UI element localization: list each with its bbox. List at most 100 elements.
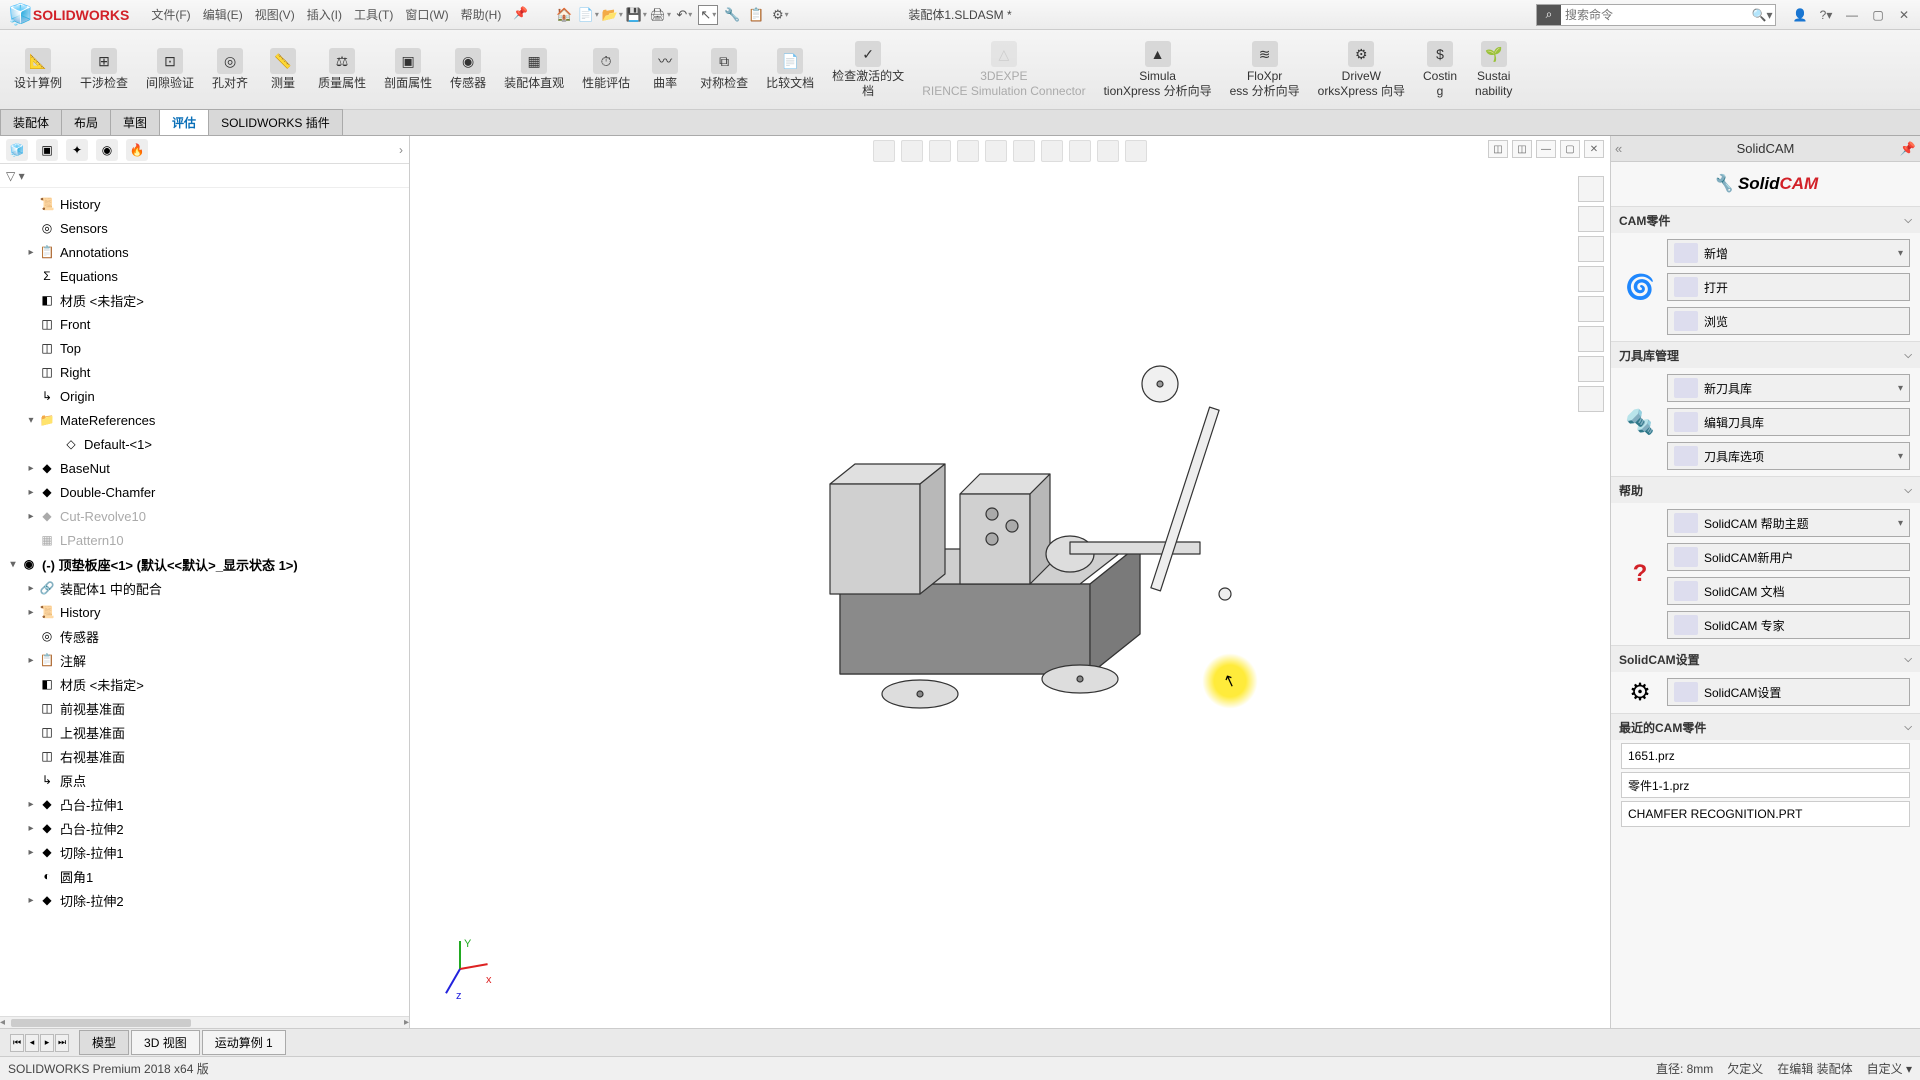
tree-node[interactable]: ◫前视基准面 xyxy=(0,696,409,720)
tree-node[interactable]: ▸🔗装配体1 中的配合 xyxy=(0,576,409,600)
menu-tools[interactable]: 工具(T) xyxy=(348,6,399,23)
close-icon[interactable]: ✕ xyxy=(1894,5,1914,25)
ribbon-干涉检查[interactable]: ⊞干涉检查 xyxy=(72,34,136,105)
minimize-icon[interactable]: — xyxy=(1842,5,1862,25)
recent-item[interactable]: CHAMFER RECOGNITION.PRT xyxy=(1621,801,1910,827)
tree-node[interactable]: ◧材质 <未指定> xyxy=(0,672,409,696)
tree-node[interactable]: ▸◆Cut-Revolve10 xyxy=(0,504,409,528)
save-icon[interactable]: 💾 xyxy=(626,5,646,25)
menu-pin-icon[interactable]: 📌 xyxy=(507,6,534,23)
ribbon-间隙验证[interactable]: ⊡间隙验证 xyxy=(138,34,202,105)
new-icon[interactable]: 📄 xyxy=(578,5,598,25)
cam-open-button[interactable]: 打开 xyxy=(1667,273,1910,301)
tool-lib-header[interactable]: 刀具库管理⌵ xyxy=(1611,342,1920,368)
tab-装配体[interactable]: 装配体 xyxy=(0,109,62,135)
ribbon-质量属性[interactable]: ⚖质量属性 xyxy=(310,34,374,105)
print-icon[interactable]: 🖨 xyxy=(650,5,670,25)
search-go-icon[interactable]: 🔍▾ xyxy=(1749,8,1775,22)
settings-header[interactable]: SolidCAM设置⌵ xyxy=(1611,646,1920,672)
hide-show-icon[interactable] xyxy=(1041,140,1063,162)
configuration-icon[interactable]: ✦ xyxy=(66,139,88,161)
tab-评估[interactable]: 评估 xyxy=(159,109,209,135)
ribbon-剖面属性[interactable]: ▣剖面属性 xyxy=(376,34,440,105)
btab-last[interactable]: ⏭ xyxy=(55,1034,69,1052)
select-icon[interactable]: ↖ xyxy=(698,5,718,25)
btab-3dview[interactable]: 3D 视图 xyxy=(131,1030,200,1055)
tab-布局[interactable]: 布局 xyxy=(61,109,111,135)
cam-part-header[interactable]: CAM零件⌵ xyxy=(1611,207,1920,233)
tab-草图[interactable]: 草图 xyxy=(110,109,160,135)
ribbon-孔对齐[interactable]: ◎孔对齐 xyxy=(204,34,256,105)
tree-node[interactable]: ▸📋Annotations xyxy=(0,240,409,264)
recent-item[interactable]: 1651.prz xyxy=(1621,743,1910,769)
display-icon[interactable]: 🔥 xyxy=(126,139,148,161)
tree-node[interactable]: ▸📜History xyxy=(0,600,409,624)
zoom-area-icon[interactable] xyxy=(901,140,923,162)
ribbon-FloXpress-分析向导[interactable]: ≋FloXpress 分析向导 xyxy=(1222,34,1308,105)
display-style-icon[interactable] xyxy=(1013,140,1035,162)
ribbon-设计算例[interactable]: 📐设计算例 xyxy=(6,34,70,105)
ribbon-曲率[interactable]: 〰曲率 xyxy=(640,34,690,105)
vp-close[interactable]: ✕ xyxy=(1584,140,1604,158)
menu-edit[interactable]: 编辑(E) xyxy=(197,6,249,23)
help-docs-button[interactable]: SolidCAM 文档 xyxy=(1667,577,1910,605)
ribbon-传感器[interactable]: ◉传感器 xyxy=(442,34,494,105)
tree-node[interactable]: ▸◆BaseNut xyxy=(0,456,409,480)
btab-model[interactable]: 模型 xyxy=(79,1030,129,1055)
tree-hscroll[interactable]: ◂ ▸ xyxy=(0,1016,409,1028)
tool-edit-button[interactable]: 编辑刀具库 xyxy=(1667,408,1910,436)
ribbon-性能评估[interactable]: ⏱性能评估 xyxy=(574,34,638,105)
help-newuser-button[interactable]: SolidCAM新用户 xyxy=(1667,543,1910,571)
cam-browse-button[interactable]: 浏览 xyxy=(1667,307,1910,335)
tree-node[interactable]: ▸◆凸台-拉伸2 xyxy=(0,816,409,840)
ribbon-检查激活的文档[interactable]: ✓检查激活的文档 xyxy=(824,34,912,105)
open-icon[interactable]: 📂 xyxy=(602,5,622,25)
menu-window[interactable]: 窗口(W) xyxy=(399,6,454,23)
taskpane-resources-icon[interactable] xyxy=(1578,206,1604,232)
recent-item[interactable]: 零件1-1.prz xyxy=(1621,772,1910,798)
tree-node[interactable]: ◫右视基准面 xyxy=(0,744,409,768)
tab-SOLIDWORKS 插件[interactable]: SOLIDWORKS 插件 xyxy=(208,109,343,135)
btab-first[interactable]: ⏮ xyxy=(10,1034,24,1052)
tree-filter[interactable]: ▽ ▾ xyxy=(0,164,409,188)
search-spotlight-icon[interactable]: ⌕ xyxy=(1537,5,1561,25)
tree-node[interactable]: ◫Top xyxy=(0,336,409,360)
options-icon[interactable]: 📋 xyxy=(746,5,766,25)
recent-header[interactable]: 最近的CAM零件⌵ xyxy=(1611,714,1920,740)
user-icon[interactable]: 👤 xyxy=(1790,5,1810,25)
edit-appearance-icon[interactable] xyxy=(1069,140,1091,162)
help-expert-button[interactable]: SolidCAM 专家 xyxy=(1667,611,1910,639)
tree-node[interactable]: ↳原点 xyxy=(0,768,409,792)
vp-minimize[interactable]: — xyxy=(1536,140,1556,158)
tree-node[interactable]: 📜History xyxy=(0,192,409,216)
search-input[interactable] xyxy=(1561,8,1749,22)
tree-node[interactable]: ◫Right xyxy=(0,360,409,384)
tree-node[interactable]: ◫上视基准面 xyxy=(0,720,409,744)
undo-icon[interactable]: ↶ xyxy=(674,5,694,25)
tree-node[interactable]: ▾◉(-) 顶垫板座<1> (默认<<默认>_显示状态 1>) xyxy=(0,552,409,576)
3d-viewport[interactable]: ◫ ◫ — ▢ ✕ xyxy=(410,136,1610,1028)
vp-maximize[interactable]: ▢ xyxy=(1560,140,1580,158)
view-settings-icon[interactable] xyxy=(1125,140,1147,162)
taskpane-custom-icon[interactable] xyxy=(1578,356,1604,382)
help-header[interactable]: 帮助⌵ xyxy=(1611,477,1920,503)
btab-next[interactable]: ▸ xyxy=(40,1034,54,1052)
menu-insert[interactable]: 插入(I) xyxy=(301,6,348,23)
maximize-icon[interactable]: ▢ xyxy=(1868,5,1888,25)
taskpane-appearances-icon[interactable] xyxy=(1578,326,1604,352)
home-icon[interactable]: 🏠 xyxy=(554,5,574,25)
tree-node[interactable]: ◎传感器 xyxy=(0,624,409,648)
section-view-icon[interactable] xyxy=(957,140,979,162)
panel-expand-icon[interactable]: › xyxy=(399,143,403,157)
menu-view[interactable]: 视图(V) xyxy=(249,6,301,23)
vp-btn1[interactable]: ◫ xyxy=(1488,140,1508,158)
tree-node[interactable]: ◇Default-<1> xyxy=(0,432,409,456)
help-icon[interactable]: ?▾ xyxy=(1816,5,1836,25)
tree-node[interactable]: ▸◆切除-拉伸1 xyxy=(0,840,409,864)
tree-node[interactable]: ▸◆凸台-拉伸1 xyxy=(0,792,409,816)
menu-file[interactable]: 文件(F) xyxy=(145,6,196,23)
ribbon-装配体直观[interactable]: ▦装配体直观 xyxy=(496,34,572,105)
solidcam-settings-button[interactable]: SolidCAM设置 xyxy=(1667,678,1910,706)
tree-node[interactable]: ◧材质 <未指定> xyxy=(0,288,409,312)
tree-node[interactable]: ↳Origin xyxy=(0,384,409,408)
